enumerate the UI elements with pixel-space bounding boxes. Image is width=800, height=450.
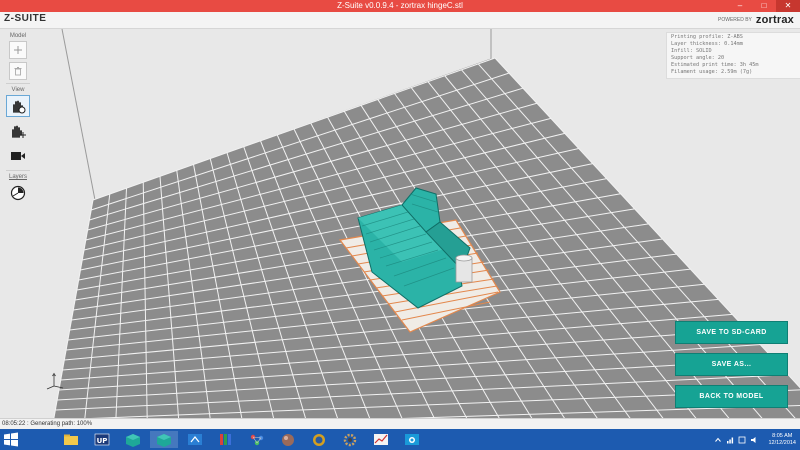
save-as-button[interactable]: SAVE AS...	[675, 353, 788, 376]
delete-model-button[interactable]	[9, 62, 27, 80]
svg-text:UP: UP	[97, 437, 108, 445]
maximize-button[interactable]: □	[752, 0, 776, 12]
save-to-sd-card-button[interactable]: SAVE TO SD-CARD	[675, 321, 788, 344]
layers-section-label: Layers	[8, 174, 27, 180]
toolbar-divider	[6, 170, 30, 171]
axes-gizmo-icon	[46, 372, 64, 390]
taskbar-clock[interactable]: 8:05 AM 12/12/2014	[768, 433, 796, 447]
layer-thickness: Layer thickness: 0.14mm	[671, 41, 743, 48]
brand-title: Z-SUITE	[4, 13, 47, 24]
library-icon[interactable]	[212, 431, 240, 448]
camera-icon	[11, 152, 25, 160]
tray-network-icon[interactable]	[726, 436, 734, 444]
status-text: 08:05:22 : Generating path: 100%	[2, 421, 93, 427]
gear-icon[interactable]	[336, 431, 364, 448]
tray-volume-icon[interactable]	[750, 436, 758, 444]
file-explorer-icon[interactable]	[57, 431, 85, 448]
infill: Infill: SOLID	[671, 48, 712, 55]
print-info-panel: Printing profile: Z-ABS Layer thickness:…	[666, 32, 800, 79]
back-to-model-button[interactable]: BACK TO MODEL	[675, 385, 788, 408]
sphere-icon[interactable]	[274, 431, 302, 448]
z-suite-active-icon[interactable]	[150, 431, 178, 448]
molecule-icon[interactable]	[243, 431, 271, 448]
powered-by-label: POWERED BY	[718, 17, 752, 23]
windows-taskbar: UP 8:05 AM 12/12/2014	[0, 429, 800, 450]
pan-view-button[interactable]	[6, 120, 30, 142]
clock-time: 8:05 AM	[772, 432, 793, 439]
chart-icon[interactable]	[367, 431, 395, 448]
globe-icon[interactable]	[305, 431, 333, 448]
tool-icon[interactable]	[181, 431, 209, 448]
powered-by: POWERED BY zortrax	[718, 14, 794, 26]
minimize-button[interactable]: –	[728, 0, 752, 12]
tray-arrow-icon[interactable]	[714, 436, 722, 444]
hand-rotate-icon	[13, 100, 26, 114]
camera-app-icon[interactable]	[398, 431, 426, 448]
trash-icon	[14, 67, 22, 76]
window-title: Z-Suite v0.0.9.4 - zortrax hingeC.stl	[337, 1, 463, 10]
clock-date: 12/12/2014	[768, 439, 796, 446]
printing-profile: Printing profile: Z-ABS	[671, 34, 743, 40]
rotate-view-button[interactable]	[6, 95, 30, 117]
model-section-label: Model	[9, 33, 27, 39]
zortrax-logo: zortrax	[755, 14, 794, 26]
up-app-icon[interactable]: UP	[88, 431, 116, 448]
left-toolbar: Model View Layers	[4, 31, 32, 207]
tray-flag-icon[interactable]	[738, 436, 746, 444]
status-bar: 08:05:22 : Generating path: 100%	[0, 418, 800, 429]
toolbar-divider	[6, 83, 30, 84]
window-controls: – □ ✕	[728, 0, 800, 12]
support-angle: Support angle: 20	[671, 55, 725, 62]
app-header: Z-SUITE POWERED BY zortrax	[0, 12, 800, 29]
hand-move-icon	[12, 125, 26, 138]
add-model-button[interactable]	[9, 41, 27, 59]
view-section-label: View	[11, 87, 25, 93]
z-suite-icon[interactable]	[119, 431, 147, 448]
layers-dial-icon	[10, 185, 26, 201]
camera-view-button[interactable]	[6, 145, 30, 167]
plus-icon	[14, 46, 22, 54]
estimated-print-time: Estimated print time: 3h 45m	[671, 62, 759, 69]
action-buttons: SAVE TO SD-CARD SAVE AS... BACK TO MODEL	[675, 321, 788, 417]
layers-button[interactable]	[6, 182, 30, 204]
window-title-bar[interactable]: Z-Suite v0.0.9.4 - zortrax hingeC.stl – …	[0, 0, 800, 12]
start-button-windows-icon[interactable]	[3, 432, 19, 447]
filament-usage: Filament usage: 2.59m (7g)	[671, 69, 753, 76]
system-tray: 8:05 AM 12/12/2014	[714, 431, 796, 448]
close-button[interactable]: ✕	[776, 0, 800, 12]
